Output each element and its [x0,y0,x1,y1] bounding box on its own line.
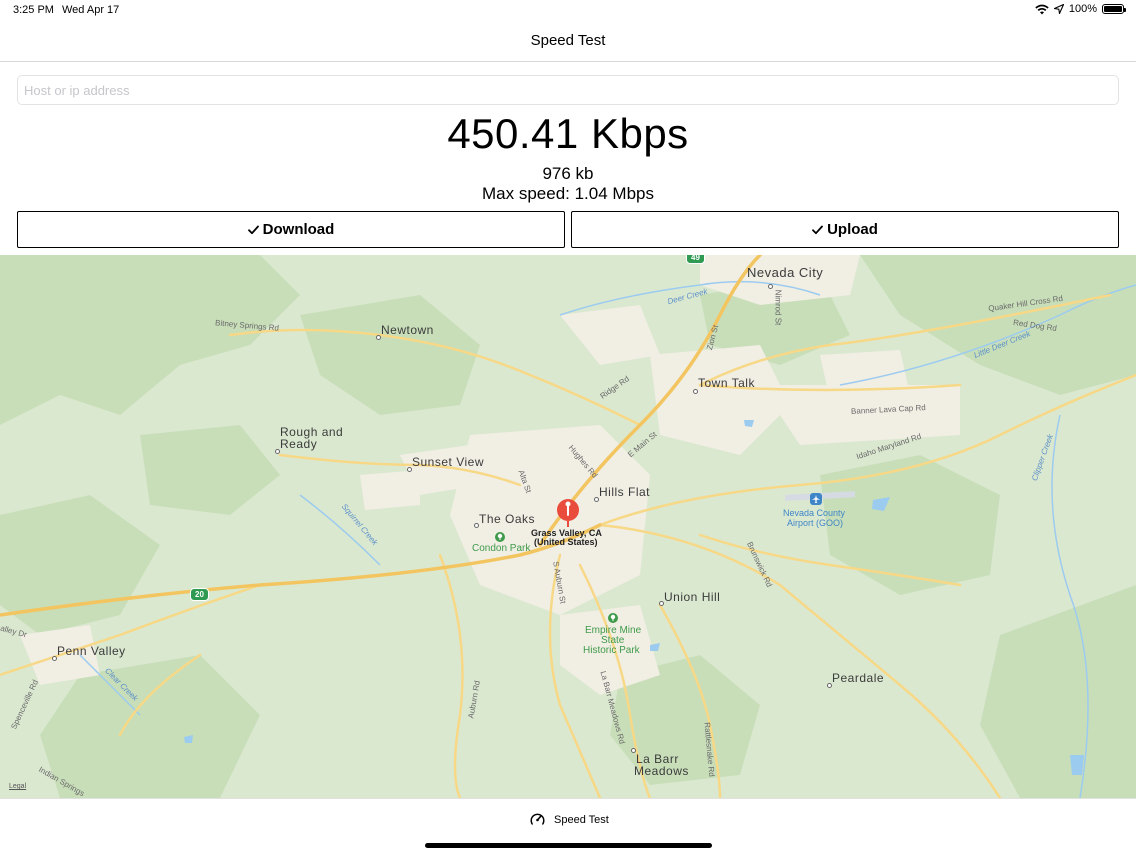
place-dot [376,335,381,340]
upload-button[interactable]: Upload [571,211,1119,248]
airport-name-1: Nevada County [783,508,846,518]
place-dot [594,497,599,502]
current-speed: 450.41 Kbps [447,110,689,157]
park-icon [495,532,505,542]
pin-label-line2: (United States) [534,537,598,547]
host-input[interactable] [17,75,1119,105]
highway-20-shield: 20 [190,588,209,601]
max-speed: Max speed: 1.04 Mbps [482,184,654,203]
place-union-hill: Union Hill [664,590,721,604]
location-pin-icon[interactable] [556,498,580,528]
status-bar: 3:25 PM Wed Apr 17 100% [0,0,1136,20]
place-dot [631,748,636,753]
download-button-label: Download [262,221,335,238]
place-the-oaks: The Oaks [479,512,536,526]
road-nimrod: Nimrod St [773,289,783,326]
checkmark-icon [812,225,823,234]
park-condon: Condon Park [472,543,531,554]
battery-percent: 100% [1068,3,1097,15]
tab-speed-test-label: Speed Test [554,813,609,826]
status-date: Wed Apr 17 [62,4,120,16]
place-dot [407,467,412,472]
place-dot [474,523,479,528]
wifi-icon [1035,4,1049,14]
place-dot [693,389,698,394]
battery-icon [1102,4,1126,14]
place-peardale: Peardale [832,671,885,685]
place-ready: Ready [280,437,318,451]
status-time: 3:25 PM [13,4,54,16]
place-penn-valley: Penn Valley [57,644,126,658]
place-newtown: Newtown [381,323,434,337]
place-dot [768,284,773,289]
place-dot [827,683,832,688]
place-dot [659,601,664,606]
navigation-bar: Speed Test [0,20,1136,62]
location-icon [1053,4,1064,14]
place-sunset-view: Sunset View [412,455,484,469]
place-nevada-city: Nevada City [747,265,824,280]
tab-speed-test[interactable]: Speed Test [530,812,609,827]
park-empire-mine-3: Historic Park [583,645,640,656]
place-town-talk: Town Talk [698,376,755,390]
park-icon [608,613,618,623]
map-view[interactable]: 49 20 Nevada City Newtown Town Talk Roug… [0,255,1136,798]
download-button[interactable]: Download [17,211,565,248]
place-hills-flat: Hills Flat [599,485,651,499]
place-dot [275,449,280,454]
airport-icon [810,493,822,505]
place-dot [52,656,57,661]
transferred-size: 976 kb [542,164,594,183]
airport-name-2: Airport (GOO) [787,518,844,528]
checkmark-icon [247,225,259,234]
status-icons: 100% [1035,3,1126,15]
home-indicator[interactable] [425,843,712,848]
upload-button-label: Upload [827,221,878,238]
place-meadows: Meadows [634,764,689,778]
legal-link[interactable]: Legal [9,783,26,790]
page-title: Speed Test [530,32,606,49]
highway-49-shield: 49 [686,255,705,264]
speedometer-icon [530,813,545,825]
